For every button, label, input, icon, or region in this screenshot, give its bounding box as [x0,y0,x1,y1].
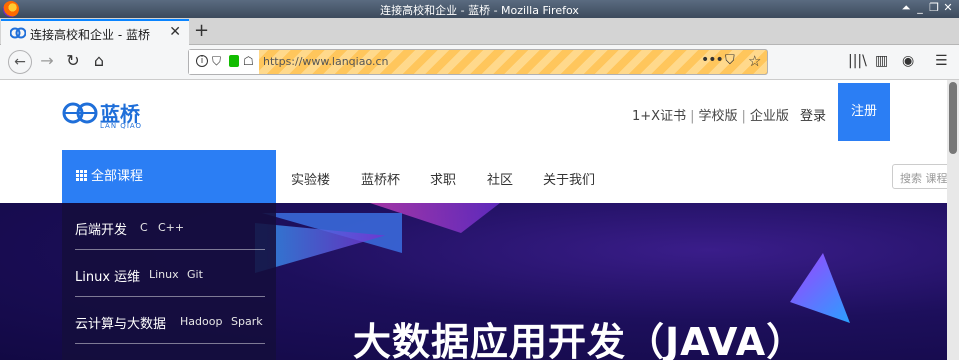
web-page: 蓝桥 LAN QIAO 1+X证书 | 学校版 | 企业版 登录 注册 全部课程 实验楼… [0,80,947,360]
url-bar[interactable]: i ⛉ ☖ https://www.lanqiao.cn ••• ⛉ ☆ [188,49,768,75]
category-linux-ops[interactable]: Linux 运维 Linux Git [75,250,265,297]
link-enterprise-edition[interactable]: 企业版 [750,109,789,124]
category-tag[interactable]: Linux [149,268,179,281]
nav-about-us[interactable]: 关于我们 [543,169,595,188]
url-text[interactable]: https://www.lanqiao.cn [263,55,389,68]
logo-subtext: LAN QIAO [100,122,143,130]
top-links: 1+X证书 | 学校版 | 企业版 [632,105,789,124]
hamburger-menu-icon[interactable]: ☰ [935,53,948,69]
category-tag[interactable]: C [140,221,148,234]
back-button[interactable]: ← [8,50,32,74]
all-courses-label: 全部课程 [91,169,144,184]
course-category-menu: 后端开发 C C++ Linux 运维 Linux Git 云计算与大数据 Ha… [62,203,276,360]
home-button[interactable]: ⌂ [88,51,110,70]
window-title: 连接高校和企业 - 蓝桥 - Mozilla Firefox [380,4,579,17]
pocket-icon[interactable]: ⛉ [725,53,735,68]
site-identity[interactable]: i ⛉ ☖ [189,50,259,74]
login-link[interactable]: 登录 [800,105,826,124]
main-menu: 全部课程 实验楼 蓝桥杯 求职 社区 关于我们 搜索 课程 [0,150,947,203]
library-icon[interactable]: |||\ [848,53,867,69]
reload-button[interactable]: ↻ [62,51,84,70]
tab-lanqiao[interactable]: 连接高校和企业 - 蓝桥 ✕ [1,19,189,46]
category-tag[interactable]: C++ [158,221,184,234]
category-tag[interactable]: Spark [231,315,263,328]
banner-title: 大数据应用开发（JAVA） [353,320,806,360]
lanqiao-favicon-icon [10,27,26,39]
sidebar-icon[interactable]: ▥ [875,53,888,69]
category-cloud-bigdata[interactable]: 云计算与大数据 Hadoop Spark [75,297,265,344]
window-close-button[interactable]: ✕ [941,1,955,14]
navigation-toolbar: ← → ↻ ⌂ i ⛉ ☖ https://www.lanqiao.cn •••… [0,45,959,80]
tab-strip: 连接高校和企业 - 蓝桥 ✕ + [0,18,959,46]
nav-lanqiao-cup[interactable]: 蓝桥杯 [361,169,400,188]
page-scrollbar[interactable] [947,80,959,360]
permissions-icon[interactable]: ☖ [243,54,254,68]
account-icon[interactable]: ◉ [902,53,914,69]
divider: | [741,109,746,124]
logo-mark-icon [62,102,98,124]
forward-button[interactable]: → [36,51,58,70]
divider: | [690,109,695,124]
course-search-input[interactable]: 搜索 课程 [892,164,947,189]
page-actions-more-icon[interactable]: ••• [701,52,724,68]
window-keep-above-button[interactable]: ⏶ [899,1,913,15]
new-tab-button[interactable]: + [194,20,209,41]
nav-shiyanlou[interactable]: 实验楼 [291,169,330,188]
window-titlebar: 连接高校和企业 - 蓝桥 - Mozilla Firefox ⏶ _ ❐ ✕ [0,0,959,18]
grid-icon [76,170,87,181]
link-school-edition[interactable]: 学校版 [698,109,737,124]
link-1x-certificate[interactable]: 1+X证书 [632,109,686,124]
window-minimize-button[interactable]: _ [913,1,927,14]
category-name: 后端开发 [75,223,128,238]
info-icon[interactable]: i [196,55,208,67]
bookmark-star-icon[interactable]: ☆ [748,52,761,70]
register-button[interactable]: 注册 [838,83,890,141]
window-maximize-button[interactable]: ❐ [927,1,941,14]
tracking-shield-icon[interactable]: ⛉ [212,54,221,69]
category-backend[interactable]: 后端开发 C C++ [75,203,265,250]
category-tag[interactable]: Git [187,268,203,281]
tab-title: 连接高校和企业 - 蓝桥 [30,28,150,42]
nav-jobs[interactable]: 求职 [430,169,456,188]
category-tag[interactable]: Hadoop [180,315,222,328]
lock-icon[interactable] [229,55,239,67]
category-name: Linux 运维 [75,270,141,285]
category-name: 云计算与大数据 [75,317,167,332]
all-courses-button[interactable]: 全部课程 [62,150,276,203]
scrollbar-thumb[interactable] [949,82,957,154]
nav-community[interactable]: 社区 [487,169,513,188]
tab-close-icon[interactable]: ✕ [169,24,181,40]
lanqiao-logo[interactable]: 蓝桥 LAN QIAO [62,98,152,130]
